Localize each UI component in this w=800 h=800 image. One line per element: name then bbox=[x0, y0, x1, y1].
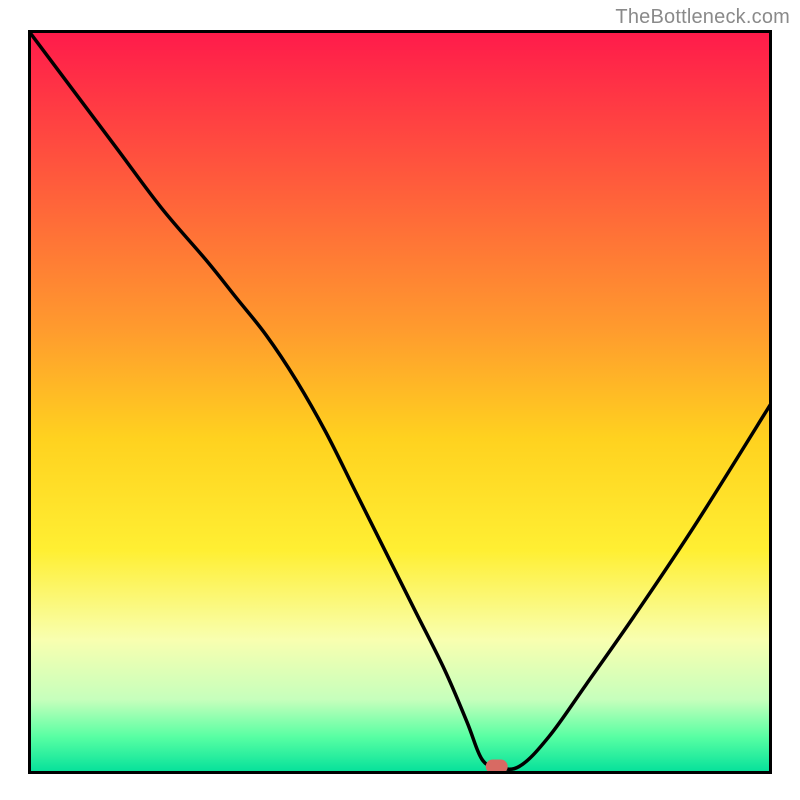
chart-svg bbox=[28, 30, 772, 774]
gradient-background bbox=[28, 30, 772, 774]
watermark-text: TheBottleneck.com bbox=[615, 6, 790, 29]
chart-container: TheBottleneck.com bbox=[0, 0, 800, 800]
plot-frame bbox=[28, 30, 772, 774]
